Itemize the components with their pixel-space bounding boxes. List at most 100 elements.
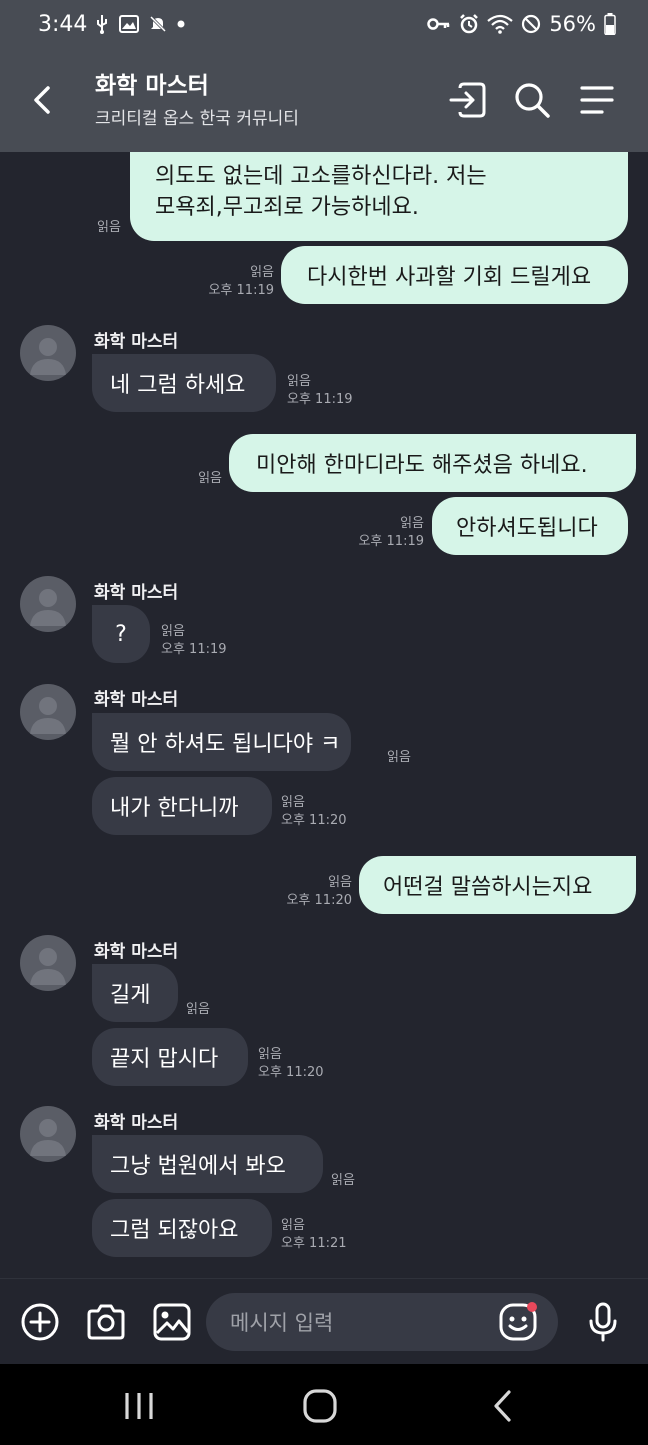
message-meta: 읽음 오후 11:19 [287, 373, 353, 409]
enter-icon[interactable] [446, 78, 490, 122]
message-time: 오후 11:19 [358, 534, 424, 549]
battery-icon [604, 13, 616, 35]
home-icon[interactable] [302, 1388, 338, 1424]
read-receipt: 읽음 [328, 875, 352, 890]
status-bar: 3:44 56% [0, 0, 648, 52]
gallery-icon[interactable] [150, 1300, 194, 1344]
plus-icon[interactable] [18, 1300, 62, 1344]
message-bubble-incoming[interactable]: ? [92, 605, 150, 663]
message-meta: 읽음 오후 11:19 [200, 264, 274, 300]
sender-name: 화학 마스터 [94, 942, 179, 962]
message-meta: 읽음 오후 11:20 [258, 1046, 324, 1082]
message-text: 미안해 한마디라도 해주셨음 하네요. [256, 453, 588, 478]
default-avatar-icon [30, 697, 66, 734]
search-icon[interactable] [510, 78, 554, 122]
back-arrow-icon[interactable] [26, 80, 58, 120]
message-bubble-incoming[interactable]: 뭘 안 하셔도 됩니다야 ㅋ [92, 713, 351, 771]
avatar[interactable] [20, 684, 76, 740]
message-meta: 읽음 오후 11:20 [281, 794, 347, 830]
message-bubble-outgoing[interactable]: 의도도 없는데 고소를하신다라. 저는 모욕죄,무고죄로 가능하네요. [130, 152, 628, 241]
usb-icon [97, 15, 107, 34]
message-bubble-incoming[interactable]: 그럼 되잖아요 [92, 1199, 272, 1257]
dnd-icon [522, 14, 541, 34]
menu-icon[interactable] [576, 78, 620, 122]
message-input-field[interactable] [206, 1293, 558, 1353]
message-time: 오후 11:20 [286, 893, 352, 908]
message-meta: 읽음 오후 11:21 [281, 1217, 347, 1253]
message-meta: 읽음 오후 11:20 [278, 874, 352, 910]
default-avatar-icon [30, 948, 66, 985]
message-bubble-incoming[interactable]: 끝지 맙시다 [92, 1028, 248, 1086]
read-receipt: 읽음 [287, 374, 311, 389]
status-time: 3:44 [38, 12, 88, 37]
message-bubble-outgoing[interactable]: 다시한번 사과할 기회 드릴게요 [281, 246, 628, 304]
message-text: 다시한번 사과할 기회 드릴게요 [307, 265, 592, 290]
message-time: 오후 11:21 [281, 1236, 347, 1251]
message-bubble-outgoing[interactable]: 미안해 한마디라도 해주셨음 하네요. [229, 434, 636, 492]
message-text: 그냥 법원에서 봐오 [110, 1154, 286, 1179]
read-receipt: 읽음 [97, 220, 121, 235]
message-text: ? [115, 621, 127, 647]
sender-name: 화학 마스터 [94, 332, 179, 352]
chat-messages[interactable]: 의도도 없는데 고소를하신다라. 저는 모욕죄,무고죄로 가능하네요. 읽음 읽… [0, 152, 648, 1278]
avatar[interactable] [20, 576, 76, 632]
message-text: 네 그럼 하세요 [110, 373, 246, 398]
message-time: 오후 11:19 [287, 392, 353, 407]
default-avatar-icon [30, 589, 66, 626]
message-text: 어떤걸 말씀하시는지요 [383, 875, 593, 900]
emoji-icon[interactable] [496, 1300, 540, 1344]
message-bubble-incoming[interactable]: 내가 한다니까 [92, 777, 272, 835]
sender-name: 화학 마스터 [94, 583, 179, 603]
read-receipt: 읽음 [387, 750, 411, 765]
alarm-icon [460, 14, 479, 34]
battery-percent: 56% [549, 12, 596, 36]
message-text: 안하셔도됩니다 [456, 516, 598, 541]
status-left-icons [95, 14, 185, 34]
default-avatar-icon [30, 338, 66, 375]
message-time: 오후 11:19 [161, 642, 227, 657]
notification-dot [527, 1302, 537, 1312]
message-meta: 읽음 오후 11:19 [350, 515, 424, 551]
message-time: 오후 11:20 [258, 1065, 324, 1080]
message-bubble-outgoing[interactable]: 안하셔도됩니다 [432, 497, 628, 555]
image-icon [119, 15, 139, 33]
status-right-icons: 56% [427, 12, 616, 36]
dot-icon [177, 20, 185, 28]
wifi-icon [487, 14, 514, 34]
camera-icon[interactable] [84, 1300, 128, 1344]
nav-back-icon[interactable] [488, 1388, 518, 1424]
read-receipt: 읽음 [250, 265, 274, 280]
system-nav-bar [0, 1364, 648, 1445]
message-text: 그럼 되잖아요 [110, 1218, 239, 1243]
message-bubble-incoming[interactable]: 그냥 법원에서 봐오 [92, 1135, 323, 1193]
read-receipt: 읽음 [331, 1173, 355, 1188]
message-time: 오후 11:20 [281, 813, 347, 828]
message-text: 모욕죄,무고죄로 가능하네요. [155, 195, 419, 220]
default-avatar-icon [30, 1119, 66, 1156]
sender-name: 화학 마스터 [94, 1113, 179, 1133]
message-meta: 읽음 오후 11:19 [161, 623, 227, 659]
key-icon [427, 18, 450, 30]
avatar[interactable] [20, 935, 76, 991]
message-input-bar [0, 1278, 648, 1365]
message-text: 끝지 맙시다 [110, 1047, 219, 1072]
message-text: 내가 한다니까 [110, 796, 239, 821]
read-receipt: 읽음 [161, 624, 185, 639]
message-bubble-incoming[interactable]: 길게 [92, 964, 178, 1022]
avatar[interactable] [20, 1106, 76, 1162]
message-bubble-incoming[interactable]: 네 그럼 하세요 [92, 354, 276, 412]
message-text: 길게 [110, 983, 151, 1008]
mic-icon[interactable] [581, 1300, 625, 1344]
read-receipt: 읽음 [258, 1047, 282, 1062]
chat-subtitle: 크리티컬 옵스 한국 커뮤니티 [95, 109, 299, 129]
message-text: 뭘 안 하셔도 됩니다야 ㅋ [110, 732, 341, 757]
mute-icon [149, 15, 167, 33]
avatar[interactable] [20, 325, 76, 381]
chat-title[interactable]: 화학 마스터 [95, 66, 209, 100]
message-time: 오후 11:19 [208, 283, 274, 298]
message-text: 의도도 없는데 고소를하신다라. 저는 [155, 164, 487, 189]
message-bubble-outgoing[interactable]: 어떤걸 말씀하시는지요 [359, 856, 636, 914]
recent-apps-icon[interactable] [122, 1390, 156, 1422]
read-receipt: 읽음 [186, 1002, 210, 1017]
message-input[interactable] [228, 1293, 492, 1353]
